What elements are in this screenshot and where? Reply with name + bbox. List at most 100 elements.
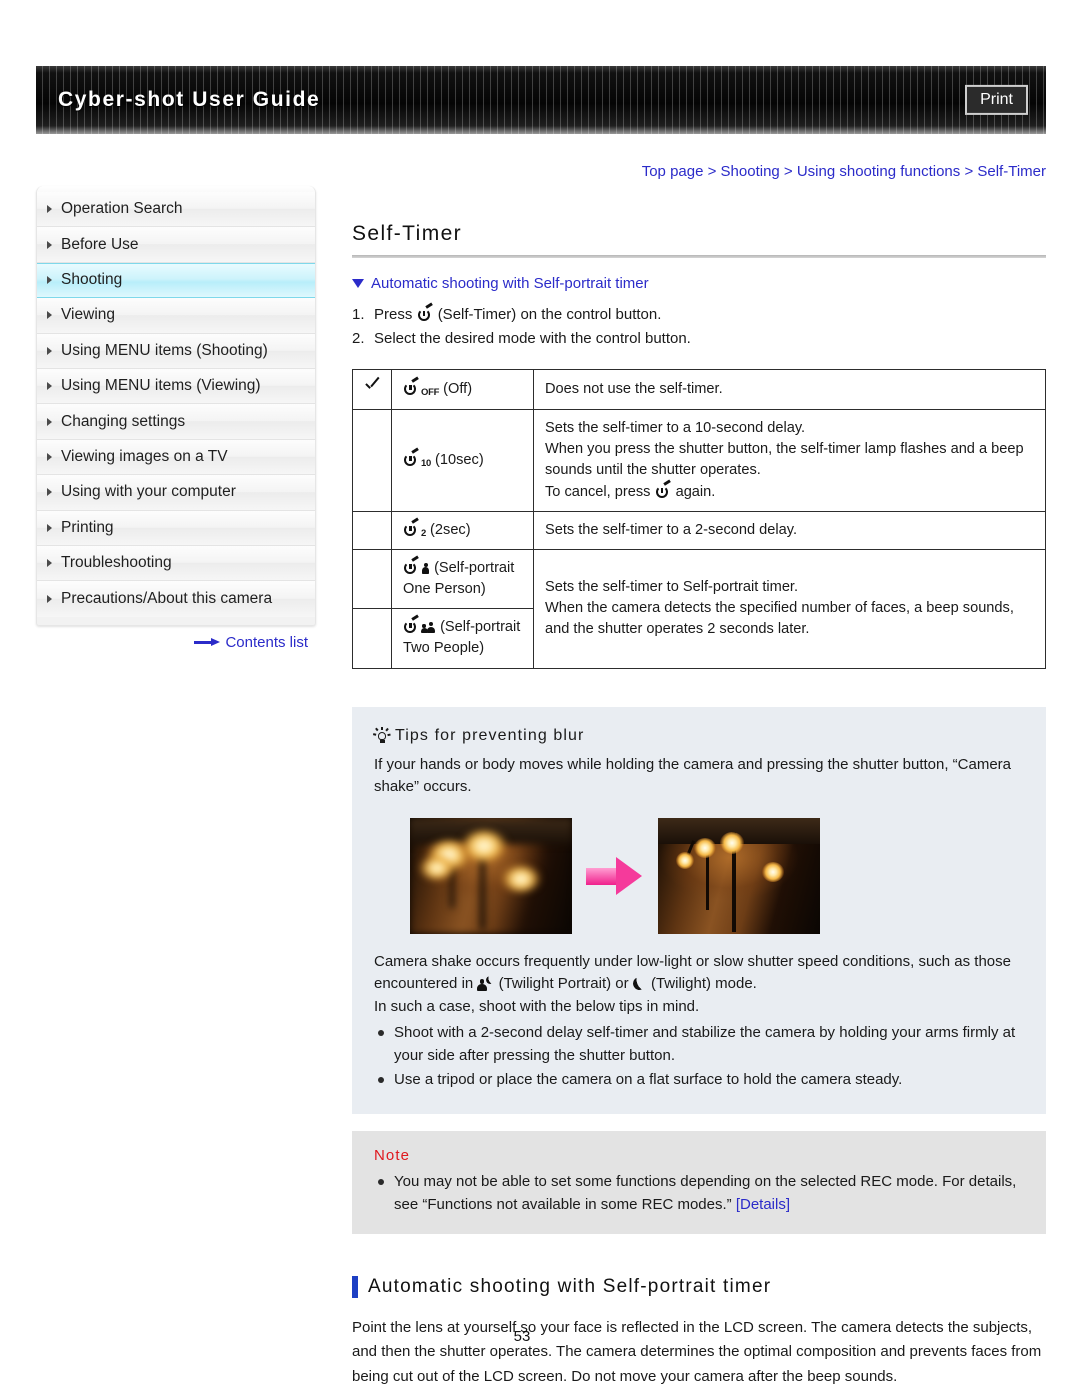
table-row: (Self-portrait One Person) Sets the self… xyxy=(352,548,1046,669)
section-body: Point the lens at yourself so your face … xyxy=(352,1319,1042,1385)
sidebar-item-using-with-computer[interactable]: Using with your computer xyxy=(37,475,315,511)
sidebar-item-label: Changing settings xyxy=(61,412,186,430)
selected-checkmark-cell xyxy=(352,368,392,411)
sidebar-item-using-menu-shooting[interactable]: Using MENU items (Shooting) xyxy=(37,333,315,369)
sidebar-item-operation-search[interactable]: Operation Search xyxy=(37,192,315,228)
desc-line: When the camera detects the specified nu… xyxy=(545,600,1014,638)
section-heading: Automatic shooting with Self-portrait ti… xyxy=(368,1276,772,1298)
sidebar-item-viewing[interactable]: Viewing xyxy=(37,298,315,334)
bullet-arrow-icon xyxy=(47,452,52,461)
mode-label-cell: 10 (10sec) xyxy=(391,409,534,512)
contents-list-link[interactable]: Contents list xyxy=(36,634,316,651)
details-link[interactable]: [Details] xyxy=(736,1196,790,1213)
tips-panel: Tips for preventing blur If your hands o… xyxy=(352,706,1046,1114)
self-timer-2sec-icon xyxy=(403,517,420,537)
jump-link-self-portrait[interactable]: Automatic shooting with Self-portrait ti… xyxy=(352,275,1046,292)
sidebar-item-label: Precautions/About this camera xyxy=(61,589,273,607)
heading-accent-bar xyxy=(352,1276,358,1299)
self-timer-off-icon xyxy=(403,376,420,396)
sidebar-item-before-use[interactable]: Before Use xyxy=(37,227,315,263)
step-text: Select the desired mode with the control… xyxy=(374,330,691,347)
twilight-portrait-icon xyxy=(477,976,495,992)
table-row: OFF (Off) Does not use the self-timer. xyxy=(352,368,1046,411)
bullet-arrow-icon xyxy=(47,205,52,214)
right-arrow-icon xyxy=(194,637,221,647)
tips-bullet-item: Shoot with a 2-second delay self-timer a… xyxy=(374,1022,1024,1067)
icon-subscript: 2 xyxy=(421,527,426,539)
page-number: 53 xyxy=(513,1328,531,1345)
bullet-arrow-icon xyxy=(47,240,52,249)
self-timer-modes-table: OFF (Off) Does not use the self-timer. 1… xyxy=(352,368,1046,669)
breadcrumb[interactable]: Top page > Shooting > Using shooting fun… xyxy=(0,163,1046,180)
sidebar-item-label: Using MENU items (Viewing) xyxy=(61,377,261,395)
table-row: 2 (2sec) Sets the self-timer to a 2-seco… xyxy=(352,510,1046,550)
print-button[interactable]: Print xyxy=(965,84,1028,116)
mode-label-cell: (Self-portrait One Person) xyxy=(391,548,534,610)
bullet-arrow-icon xyxy=(47,523,52,532)
page-title: Self-Timer xyxy=(352,222,463,245)
mode-label-cell: (Self-portrait Two People) xyxy=(391,608,534,669)
tips-heading-row: Tips for preventing blur xyxy=(373,724,1024,748)
selected-checkmark-cell xyxy=(352,608,392,669)
two-people-icon xyxy=(420,622,436,634)
main-content: Self-Timer Automatic shooting with Self-… xyxy=(352,222,1046,1389)
mode-label: (Off) xyxy=(443,381,473,397)
self-timer-icon xyxy=(655,479,672,499)
note-heading: Note xyxy=(374,1146,411,1164)
app-header-banner: Cyber-shot User Guide Print xyxy=(36,66,1046,134)
table-row: 10 (10sec) Sets the self-timer to a 10-s… xyxy=(352,409,1046,512)
bullet-arrow-icon xyxy=(47,559,52,568)
photo-sharp xyxy=(658,817,820,934)
jump-link-label: Automatic shooting with Self-portrait ti… xyxy=(371,275,649,292)
mode-desc-cell: Sets the self-timer to a 2-second delay. xyxy=(533,510,1046,550)
step-item: 1. Press (Self-Timer) on the control but… xyxy=(352,302,1046,323)
sidebar-item-label: Viewing xyxy=(61,306,116,324)
sidebar-item-printing[interactable]: Printing xyxy=(37,510,315,546)
bullet-arrow-icon xyxy=(47,594,52,603)
desc-line: When you press the shutter button, the s… xyxy=(545,441,1024,479)
title-divider xyxy=(352,255,1046,258)
app-title: Cyber-shot User Guide xyxy=(58,88,321,111)
sidebar-item-viewing-images-tv[interactable]: Viewing images on a TV xyxy=(37,439,315,476)
step-item: 2. Select the desired mode with the cont… xyxy=(352,330,1046,347)
mode-desc-cell: Sets the self-timer to a 10-second delay… xyxy=(533,409,1046,512)
sidebar-item-label: Using MENU items (Shooting) xyxy=(61,341,268,359)
step-number: 2. xyxy=(352,330,365,347)
selected-checkmark-cell xyxy=(352,409,392,512)
note-panel: Note You may not be able to set some fun… xyxy=(352,1130,1046,1235)
desc-line: Does not use the self-timer. xyxy=(545,381,723,397)
bullet-arrow-icon xyxy=(47,311,52,320)
tips-bullet-list: Shoot with a 2-second delay self-timer a… xyxy=(374,1022,1024,1092)
desc-line: Sets the self-timer to a 2-second delay. xyxy=(545,521,797,538)
tips-para: In such a case, shoot with the below tip… xyxy=(374,997,700,1015)
bullet-arrow-icon xyxy=(47,417,52,426)
bullet-arrow-icon xyxy=(47,382,52,391)
sidebar-item-label: Printing xyxy=(61,518,114,536)
section-heading-row: Automatic shooting with Self-portrait ti… xyxy=(352,1276,1046,1299)
mode-desc-cell-merged: Sets the self-timer to Self-portrait tim… xyxy=(533,548,1046,669)
sidebar-item-label: Viewing images on a TV xyxy=(61,447,228,465)
desc-line-cancel: To cancel, press again. xyxy=(545,479,1034,503)
bullet-arrow-icon xyxy=(47,276,52,285)
twilight-moon-icon xyxy=(633,977,647,991)
sidebar-item-using-menu-viewing[interactable]: Using MENU items (Viewing) xyxy=(37,368,315,405)
sidebar-item-label: Before Use xyxy=(61,235,139,253)
sidebar-item-label: Using with your computer xyxy=(61,483,236,501)
tips-intro: If your hands or body moves while holdin… xyxy=(374,755,1012,796)
sidebar-item-changing-settings[interactable]: Changing settings xyxy=(37,404,315,440)
sidebar-item-precautions[interactable]: Precautions/About this camera xyxy=(37,581,315,617)
desc-line: Sets the self-timer to a 10-second delay… xyxy=(545,420,806,437)
lightbulb-icon xyxy=(373,726,391,744)
sidebar-item-label: Operation Search xyxy=(61,200,183,218)
sidebar-item-shooting[interactable]: Shooting xyxy=(37,262,315,299)
step-text: Press (Self-Timer) on the control button… xyxy=(374,302,661,323)
checkmark-icon xyxy=(364,378,380,394)
tips-bullet-item: Use a tripod or place the camera on a fl… xyxy=(374,1069,1024,1092)
sidebar-item-label: Troubleshooting xyxy=(61,554,172,572)
self-portrait-two-people-icon xyxy=(403,614,420,634)
selected-checkmark-cell xyxy=(352,510,392,550)
self-timer-10sec-icon xyxy=(403,447,420,467)
note-text: You may not be able to set some function… xyxy=(394,1173,1017,1213)
sidebar-item-troubleshooting[interactable]: Troubleshooting xyxy=(37,545,315,582)
desc-line: Sets the self-timer to Self-portrait tim… xyxy=(545,579,799,596)
